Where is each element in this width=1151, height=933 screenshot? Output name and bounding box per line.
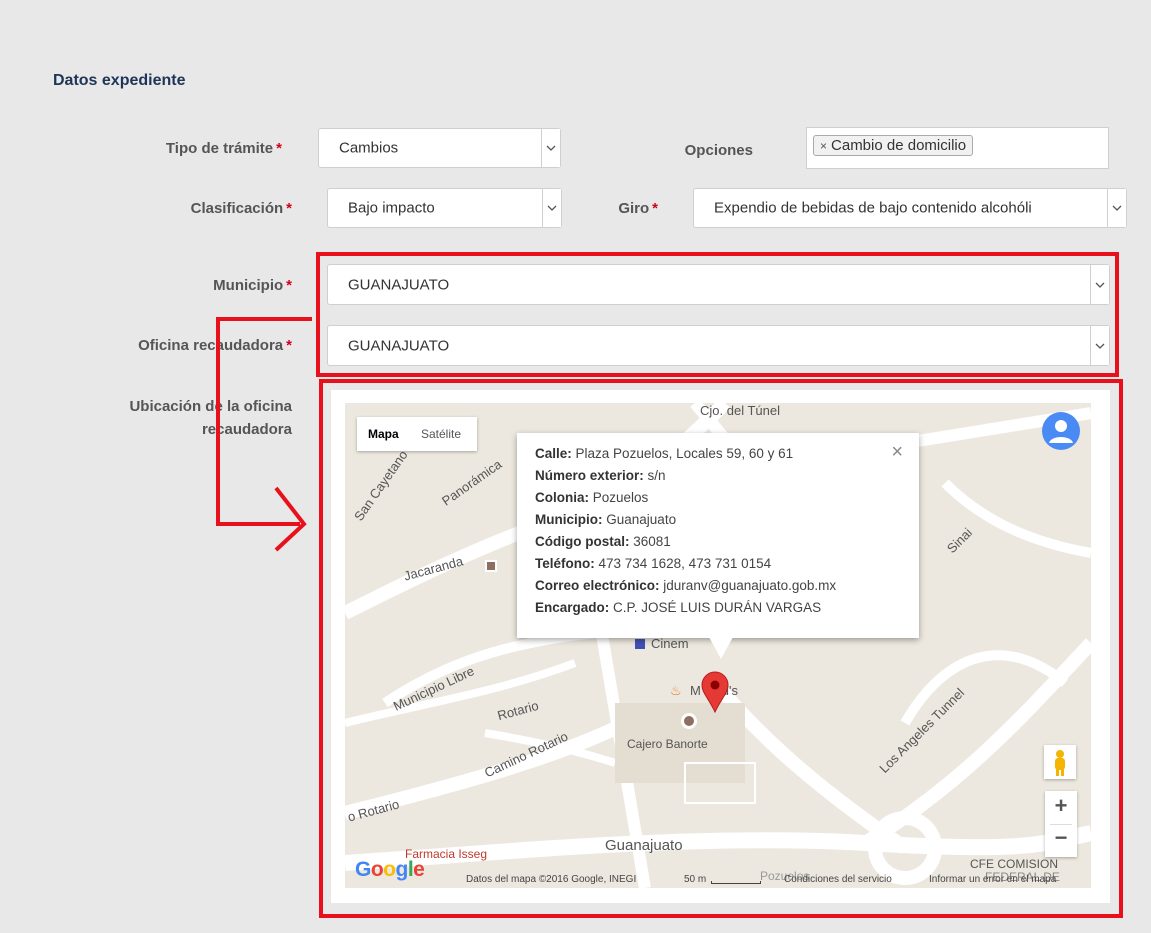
section-title: Datos expediente — [53, 72, 186, 89]
giro-value: Expendio de bebidas de bajo contenido al… — [714, 199, 1032, 217]
tipo-tramite-select[interactable]: Cambios — [318, 128, 561, 168]
chevron-down-icon — [541, 129, 560, 167]
page: Datos expediente Tipo de trámite * Cambio… — [0, 0, 1151, 933]
tipo-tramite-label: Tipo de trámite * — [165, 140, 282, 157]
clasificacion-label: Clasificación * — [190, 200, 292, 217]
tipo-tramite-value: Cambios — [339, 139, 399, 157]
giro-select[interactable]: Expendio de bebidas de bajo contenido al… — [693, 188, 1127, 228]
clasificacion-value: Bajo impacto — [348, 199, 435, 217]
opciones-tag: × Cambio de domicilio — [813, 135, 974, 156]
tag-remove-icon[interactable]: × — [820, 139, 827, 153]
annotation-arrow-icon — [216, 317, 312, 552]
municipio-label: Municipio * — [213, 277, 292, 294]
annotation-highlight-map — [319, 379, 1123, 918]
clasificacion-select[interactable]: Bajo impacto — [327, 188, 562, 228]
opciones-input[interactable]: × Cambio de domicilio — [806, 127, 1109, 169]
chevron-down-icon — [1107, 189, 1126, 227]
chevron-down-icon — [542, 189, 561, 227]
opciones-label: Opciones — [684, 142, 753, 159]
annotation-highlight-selects — [316, 252, 1119, 377]
giro-label: Giro * — [618, 200, 658, 217]
